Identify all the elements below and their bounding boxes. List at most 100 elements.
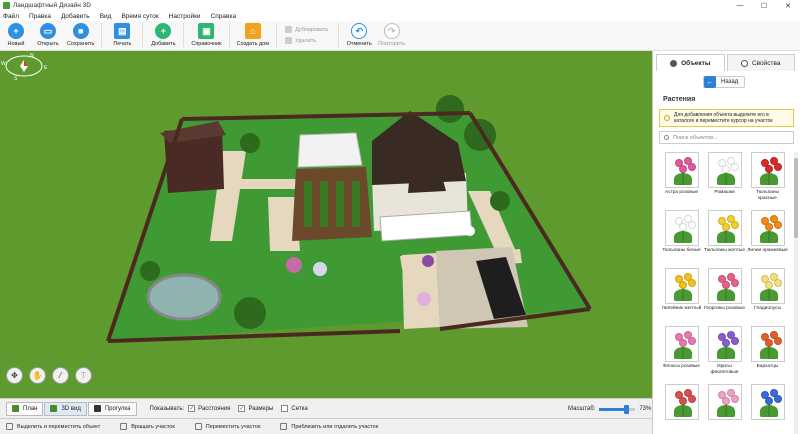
duplicate-button[interactable]: Дублировать — [285, 24, 328, 35]
select-move-tool[interactable]: ✥ — [6, 367, 23, 384]
plant-item[interactable]: Лилии оранжевые — [746, 210, 789, 268]
flower-bed — [417, 292, 431, 306]
plant-label: Гладиолусы — [754, 306, 781, 311]
driveway — [402, 253, 440, 329]
plant-thumbnail — [750, 152, 785, 188]
greenhouse — [297, 132, 363, 168]
duplicate-icon — [285, 26, 293, 33]
print-button[interactable]: ▤ Печать — [109, 23, 135, 47]
redo-button[interactable]: ↷ Повторить — [378, 23, 405, 47]
catalog-scrollbar[interactable] — [794, 152, 798, 434]
plant-item[interactable]: Гладиолусы — [746, 268, 789, 326]
grid-checkbox[interactable]: Сетка — [281, 405, 308, 412]
add-circle-icon: + — [155, 23, 172, 39]
open-button[interactable]: ▭ Открыть — [35, 23, 61, 47]
plant-thumbnail — [750, 210, 785, 246]
distances-checkbox[interactable]: ✓ Расстояния — [188, 405, 230, 412]
plant-label: Лилейник желтый — [661, 306, 702, 311]
zoom-value: 73% — [639, 406, 652, 412]
app-icon — [3, 2, 10, 9]
mouse-icon — [120, 423, 128, 430]
menu-add[interactable]: Добавить — [61, 13, 90, 20]
plant-item[interactable]: Тюльпаны белые — [660, 210, 703, 268]
close-button[interactable]: ✕ — [776, 0, 800, 11]
window-title: Ландшафтный Дизайн 3D — [13, 2, 91, 9]
hand-icon: ✋ — [32, 371, 43, 380]
plant-item[interactable]: Лилейник желтый — [660, 268, 703, 326]
hint-box: Для добавления объекта выделите его в ка… — [659, 109, 794, 127]
plant-item[interactable]: Флоксы розовые — [660, 326, 703, 384]
search-icon — [664, 135, 669, 140]
maximize-button[interactable]: ☐ — [752, 0, 776, 11]
mouse-icon — [194, 423, 202, 430]
plant-item[interactable] — [703, 384, 746, 434]
status-zoom: Приблизить или отдалить участок — [280, 423, 378, 430]
toolbar-divider — [276, 23, 278, 47]
minimize-button[interactable]: — — [728, 0, 752, 11]
plant-thumbnail — [664, 268, 699, 304]
compass-n: N — [30, 53, 34, 59]
check-icon: ✓ — [188, 405, 196, 412]
sizes-checkbox[interactable]: ✓ Размеры — [238, 405, 273, 412]
plant-thumbnail — [664, 210, 699, 246]
walker-icon — [93, 405, 101, 412]
build-house-button[interactable]: ⌂ Создать дом — [237, 23, 269, 47]
menu-file[interactable]: Файл — [3, 13, 19, 20]
bed-row — [304, 181, 312, 227]
zoom-knob[interactable] — [623, 404, 629, 414]
scrollbar-thumb[interactable] — [794, 158, 798, 238]
rotate-tool[interactable]: ✋ — [29, 367, 46, 384]
measure-tool[interactable]: ⁄ — [52, 367, 69, 384]
zoom-slider[interactable] — [599, 404, 636, 414]
plant-item[interactable]: Тюльпаны красные — [746, 152, 789, 210]
plant-item[interactable]: Астра розовые — [660, 152, 703, 210]
plant-item[interactable]: Бархатцы — [746, 326, 789, 384]
plant-label: Астра розовые — [664, 190, 699, 195]
new-button[interactable]: + Новый — [3, 23, 29, 47]
bed-row — [320, 181, 328, 227]
tab-properties[interactable]: Свойства — [726, 54, 795, 71]
plant-item[interactable]: Георгины розовые — [703, 268, 746, 326]
plant-thumbnail — [707, 152, 742, 188]
reference-button[interactable]: ▣ Справочник — [191, 23, 222, 47]
status-rotate: Вращать участок — [120, 423, 175, 430]
plant-thumbnail — [664, 152, 699, 188]
plant-item[interactable]: Ромашки — [703, 152, 746, 210]
tab-objects[interactable]: Объекты — [656, 54, 725, 71]
delete-button[interactable]: Удалить — [285, 35, 328, 46]
menu-help[interactable]: Справка — [211, 13, 237, 20]
search-input[interactable]: Поиск объектов... — [659, 131, 794, 144]
menu-time-of-day[interactable]: Время суток — [121, 13, 158, 20]
plant-item[interactable] — [746, 384, 789, 434]
menu-edit[interactable]: Правка — [29, 13, 51, 20]
objects-icon — [670, 59, 678, 67]
toolbar-divider — [338, 23, 340, 47]
toolbar-divider — [228, 23, 230, 47]
save-button[interactable]: ■ Сохранить — [67, 23, 94, 47]
add-button[interactable]: + Добавить — [150, 23, 176, 47]
ruler-icon: ⁄ — [59, 371, 62, 380]
3d-view-button[interactable]: 3D вид — [44, 401, 87, 416]
plan-view-button[interactable]: План — [6, 401, 44, 416]
select-icon: ✥ — [11, 371, 18, 380]
plant-thumbnail — [750, 384, 785, 420]
garden-scene — [106, 95, 592, 343]
menu-settings[interactable]: Настройки — [169, 13, 201, 20]
plant-label: Ромашки — [714, 190, 735, 195]
plant-item[interactable] — [660, 384, 703, 434]
plant-thumbnail — [707, 268, 742, 304]
plant-item[interactable]: Ирисы фиолетовые — [703, 326, 746, 384]
walk-view-button[interactable]: Прогулка — [87, 401, 137, 416]
flower-bed — [286, 257, 302, 273]
check-icon: ✓ — [238, 405, 246, 412]
tree — [140, 261, 160, 281]
menu-view[interactable]: Вид — [100, 13, 112, 20]
cursor-icon — [6, 423, 13, 430]
pond — [146, 273, 222, 321]
book-icon: ▣ — [198, 23, 215, 39]
back-button[interactable]: ← Назад — [703, 76, 746, 88]
3d-viewport[interactable]: N S E W ✥ ✋ ⁄ T — [0, 51, 652, 398]
undo-button[interactable]: ↶ Отменить — [346, 23, 372, 47]
text-tool[interactable]: T — [75, 367, 92, 384]
plant-item[interactable]: Тюльпаны желтые — [703, 210, 746, 268]
